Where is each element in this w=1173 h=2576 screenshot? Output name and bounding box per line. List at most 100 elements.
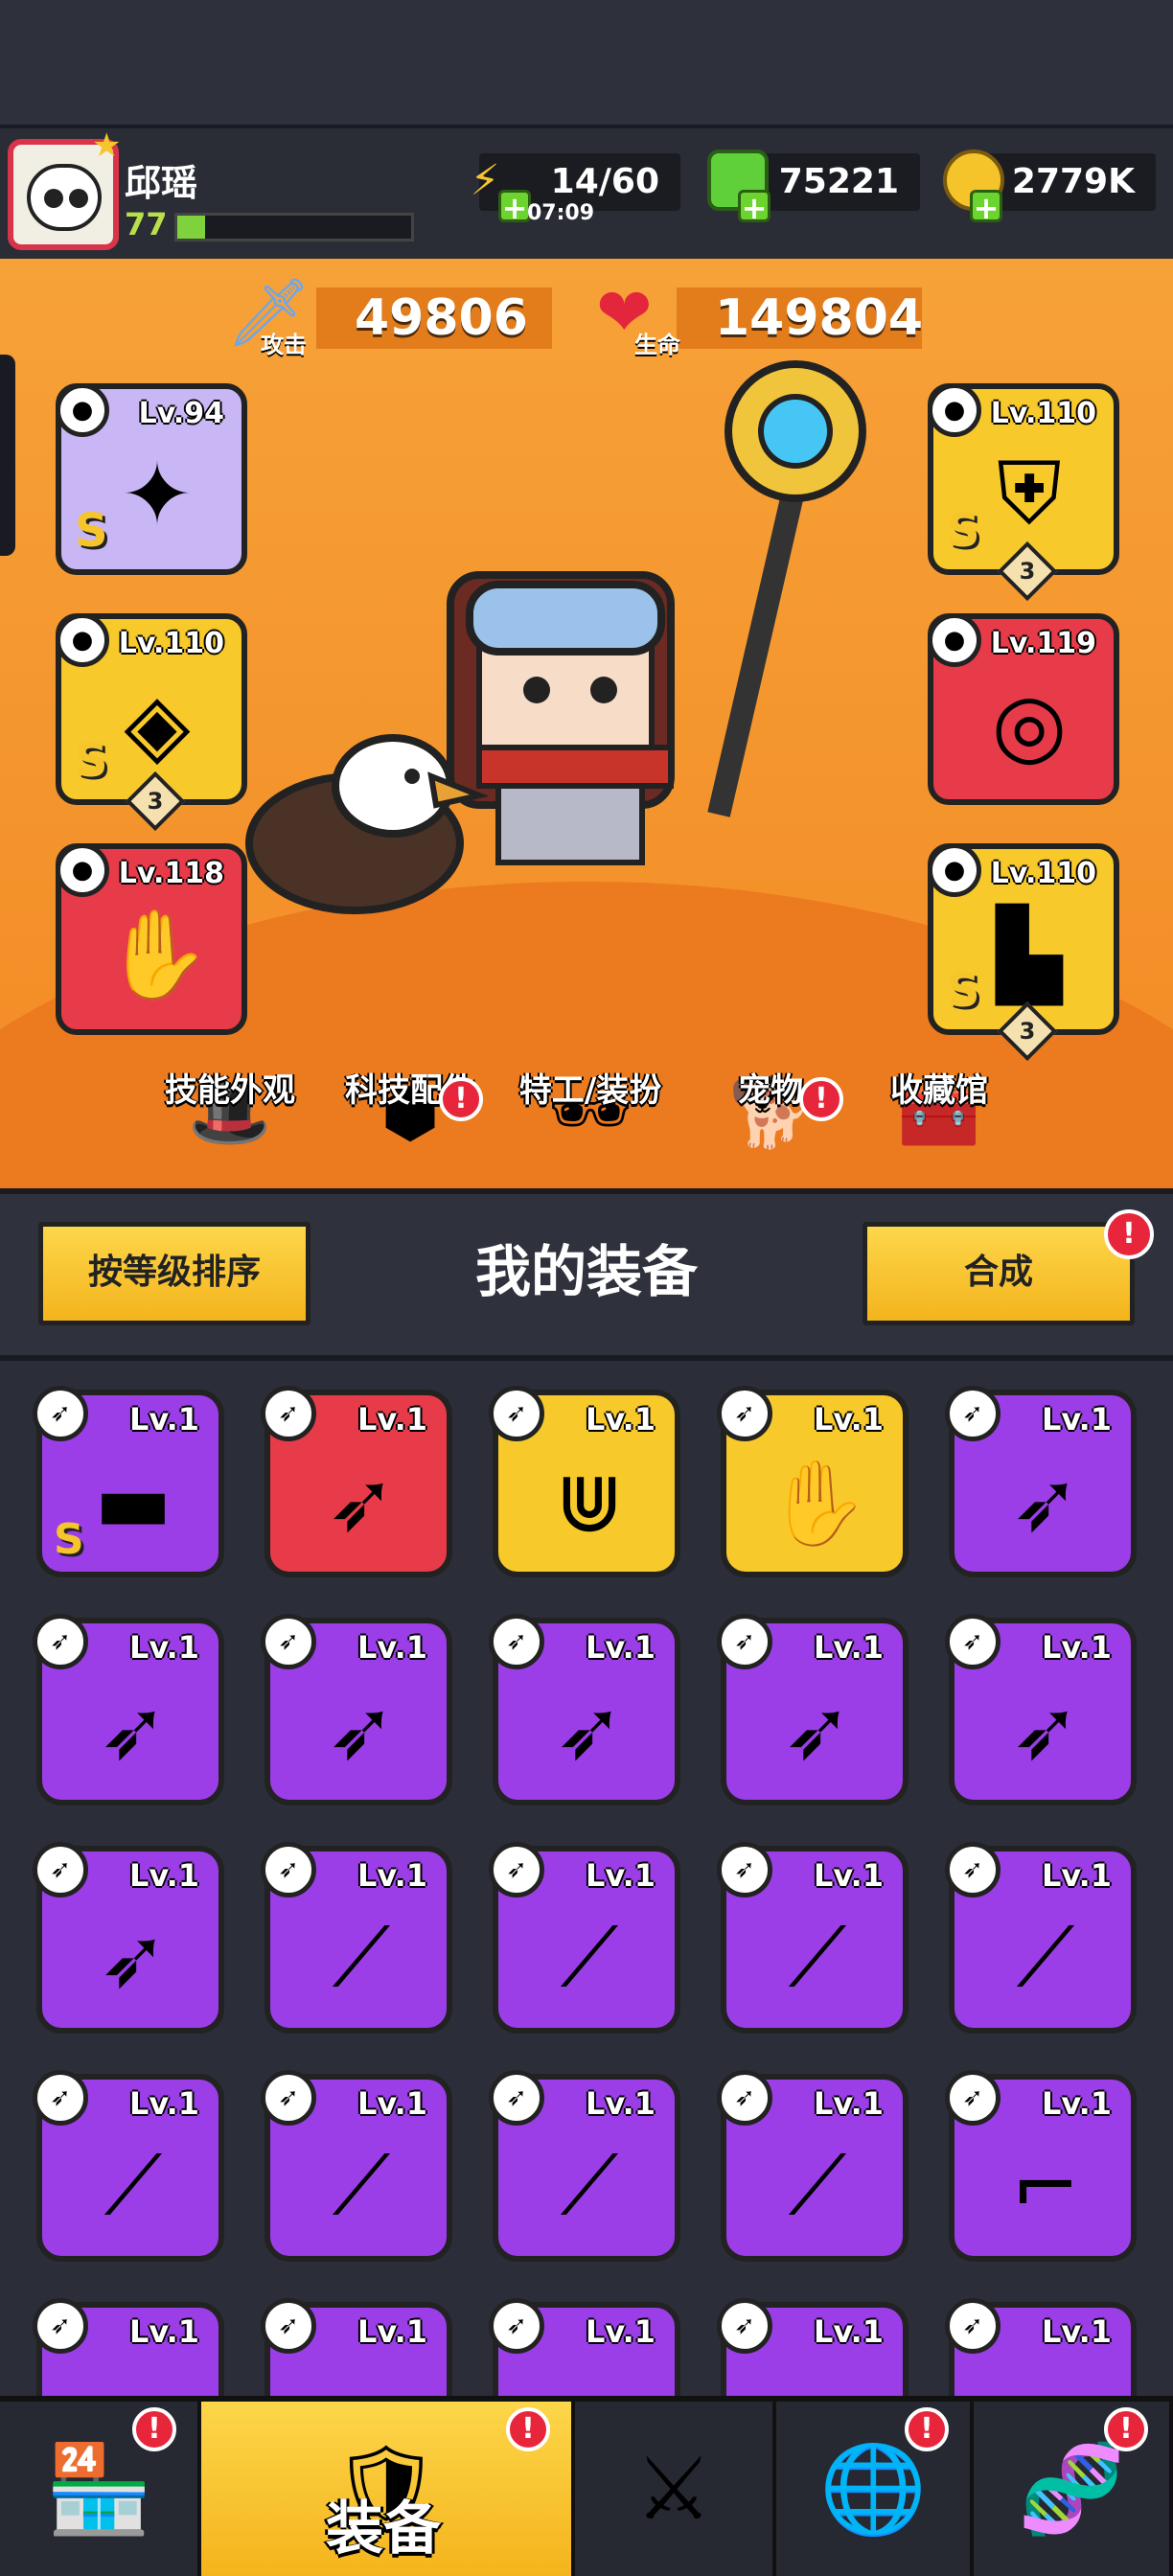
inventory-item[interactable]: ➶ Lv.1 ✋ — [717, 1386, 908, 1577]
item-type-icon: ➶ — [33, 1842, 88, 1898]
item-level: Lv.1 — [356, 1857, 427, 1894]
inventory-item[interactable]: ➶ Lv.1 ⌐ — [945, 2070, 1137, 2262]
equipped-slot-necklace[interactable]: ● Lv.110 ◈ S 3 — [56, 613, 247, 832]
inventory-item[interactable]: ➶ Lv.1 ⟋ — [717, 1842, 908, 2034]
inventory-item[interactable]: ➶ Lv.1 ▬ — [945, 2298, 1137, 2396]
inventory-item[interactable]: ➶ Lv.1 ➶ — [945, 1386, 1137, 1577]
inventory-grid: ➶ Lv.1 ▬ S ➶ Lv.1 ➶ ➶ Lv.1 ⋓ ➶ Lv.1 ✋ ➶ Lv.1 ➶ ➶ Lv.1 ➶ ➶ Lv… — [0, 1361, 1173, 2396]
kunai-icon: ➶ — [98, 1683, 169, 1779]
inventory-title: 我的装备 — [474, 1239, 698, 1304]
merge-button[interactable]: 合成 — [862, 1222, 1135, 1325]
item-level: Lv.1 — [585, 2313, 656, 2350]
inventory-item[interactable]: ➶ Lv.1 ⟋ — [489, 1842, 680, 2034]
status-area — [0, 0, 1173, 125]
item-level: Lv.1 — [585, 1629, 656, 1666]
item-type-icon: ➶ — [261, 1386, 316, 1441]
menu-item-4[interactable]: 收藏馆 — [853, 1064, 1025, 1111]
necklace-icon: ◈ — [124, 674, 191, 775]
inventory-item[interactable]: ➶ Lv.1 ⟋ — [261, 2070, 452, 2262]
xp-bar — [174, 213, 414, 242]
star-icon: ★ — [92, 126, 122, 165]
item-level: Lv.1 — [128, 1857, 199, 1894]
item-level: Lv.1 — [813, 1629, 884, 1666]
inventory-item[interactable]: ➶ Lv.1 ➶ — [261, 1614, 452, 1806]
inventory-item[interactable]: ➶ Lv.1 ▬ — [261, 2298, 452, 2396]
katana-icon: ⟋ — [332, 2138, 391, 2234]
rarity-badge: S — [54, 1515, 84, 1564]
merge-alert-badge: ! — [1104, 1209, 1154, 1259]
item-level: Lv.1 — [813, 1401, 884, 1438]
kunai-icon: ➶ — [782, 1683, 853, 1779]
nav-tab-battle[interactable]: ⚔ — [575, 2402, 776, 2576]
inventory-item[interactable]: ➶ Lv.1 ⟋ — [33, 2070, 224, 2262]
gun-icon: ▬ — [527, 2358, 652, 2396]
equipped-slot-boots[interactable]: ● Lv.110 ▙ S 3 — [928, 843, 1119, 1062]
equipped-slot-belt[interactable]: ● Lv.119 ◎ — [928, 613, 1119, 805]
item-level: Lv.1 — [1041, 2085, 1112, 2122]
item-level: Lv.1 — [585, 1857, 656, 1894]
menu-item-2[interactable]: 特工/装扮 — [504, 1064, 677, 1111]
katana-icon: ⟋ — [560, 1910, 619, 2006]
kunai-icon: ➶ — [554, 1683, 625, 1779]
item-level: Lv.1 — [813, 2313, 884, 2350]
add-coins-button[interactable]: + — [970, 190, 1002, 223]
boots-icon: ▙ — [996, 904, 1063, 1005]
slot-type-icon: ● — [56, 613, 109, 667]
katana-icon: ⟋ — [788, 1910, 847, 2006]
item-level: Lv.1 — [356, 1401, 427, 1438]
item-level: Lv.1 — [356, 2313, 427, 2350]
side-tab[interactable] — [0, 355, 15, 556]
panda-face-icon — [27, 164, 102, 231]
player-name: 邱瑶 — [125, 162, 198, 204]
alert-badge: ! — [506, 2407, 550, 2451]
player-level: 77 — [125, 206, 168, 242]
slot-level: Lv.94 — [138, 397, 224, 430]
equipped-slot-weapon[interactable]: ● Lv.94 ✦ S — [56, 383, 247, 575]
hp-label: 生命 — [634, 332, 680, 358]
kunai-icon: ➶ — [1010, 1455, 1081, 1551]
inventory-item[interactable]: ➶ Lv.1 ➶ — [945, 1614, 1137, 1806]
add-gems-button[interactable]: + — [738, 190, 770, 223]
dna-capsule-icon: 🧬 — [1017, 2438, 1126, 2540]
inventory-item[interactable]: ➶ Lv.1 ▬ — [489, 2298, 680, 2396]
inventory-item[interactable]: ➶ Lv.1 ▬ — [33, 2298, 224, 2396]
inventory-item[interactable]: ➶ Lv.1 ⟋ — [717, 2070, 908, 2262]
item-type-icon: ➶ — [717, 2298, 772, 2354]
slot-level: Lv.119 — [990, 627, 1096, 660]
item-type-icon: ➶ — [261, 1842, 316, 1898]
slot-level: Lv.110 — [990, 397, 1096, 430]
katana-icon: ⟋ — [104, 2138, 163, 2234]
inventory-item[interactable]: ➶ Lv.1 ⟋ — [261, 1842, 452, 2034]
rarity-badge: S — [947, 964, 980, 1018]
katana-icon: ⟋ — [560, 2138, 619, 2234]
glove-icon: ✋ — [103, 904, 212, 1005]
menu-item-0[interactable]: 技能外观 — [144, 1064, 316, 1111]
inventory-item[interactable]: ➶ Lv.1 ⟋ — [945, 1842, 1137, 2034]
add-energy-button[interactable]: + — [498, 190, 531, 223]
item-level: Lv.1 — [1041, 1629, 1112, 1666]
inventory-item[interactable]: ➶ Lv.1 ➶ — [33, 1842, 224, 2034]
katana-icon: ⟋ — [1016, 1910, 1075, 2006]
rarity-badge: S — [75, 734, 108, 788]
inventory-item[interactable]: ➶ Lv.1 ⋓ — [489, 1386, 680, 1577]
shop-icon: 🏪 — [44, 2438, 153, 2540]
battle-icon: ⚔ — [634, 2438, 713, 2540]
inventory-item[interactable]: ➶ Lv.1 ▬ — [717, 2298, 908, 2396]
item-type-icon: ➶ — [33, 1386, 88, 1441]
item-level: Lv.1 — [356, 1629, 427, 1666]
inventory-item[interactable]: ➶ Lv.1 ▬ S — [33, 1386, 224, 1577]
sort-by-level-button[interactable]: 按等级排序 — [38, 1222, 310, 1325]
gun-icon: ▬ — [299, 2358, 424, 2396]
item-level: Lv.1 — [585, 1401, 656, 1438]
inventory-item[interactable]: ➶ Lv.1 ➶ — [33, 1614, 224, 1806]
equipped-slot-armor[interactable]: ● Lv.110 ⛨ S 3 — [928, 383, 1119, 602]
slot-type-icon: ● — [928, 383, 981, 437]
inventory-item[interactable]: ➶ Lv.1 ➶ — [261, 1386, 452, 1577]
inventory-item[interactable]: ➶ Lv.1 ➶ — [717, 1614, 908, 1806]
eagle-pet[interactable] — [240, 709, 489, 930]
inventory-item[interactable]: ➶ Lv.1 ➶ — [489, 1614, 680, 1806]
equipped-slot-gloves[interactable]: ● Lv.118 ✋ — [56, 843, 247, 1035]
inventory-item[interactable]: ➶ Lv.1 ⟋ — [489, 2070, 680, 2262]
item-type-icon: ➶ — [489, 1386, 544, 1441]
item-type-icon: ➶ — [489, 1614, 544, 1669]
